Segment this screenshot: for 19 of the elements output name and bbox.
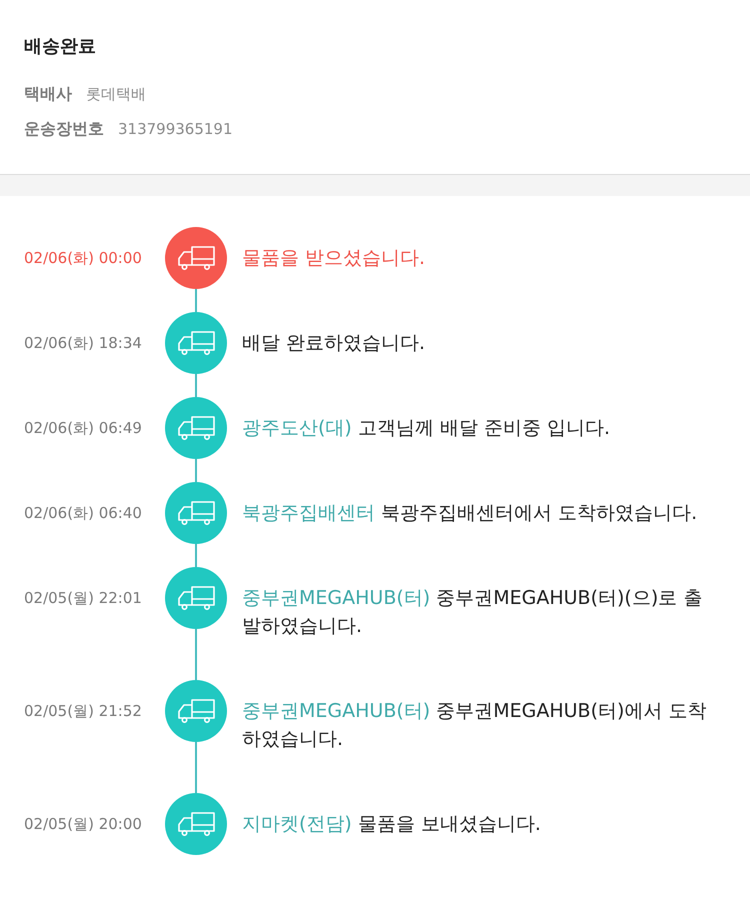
event-time: 02/05(월) 21:52 xyxy=(24,702,142,720)
event-message: 중부권MEGAHUB(터) 중부권MEGAHUB(터)(으)로 출발하였습니다. xyxy=(242,586,704,639)
detail-label: 운송장번호 xyxy=(24,118,104,140)
event-time: 02/05(월) 20:00 xyxy=(24,814,142,834)
detail-value: 313799365191 xyxy=(118,119,233,140)
detail-label: 택배사 xyxy=(24,83,72,105)
event-message: 중부권MEGAHUB(터) 중부권MEGAHUB(터)에서 도착하였습니다. xyxy=(242,699,708,752)
event-message: 지마켓(전담) 물품을 보내셨습니다. xyxy=(242,812,542,837)
event-time: 02/06(화) 06:40 xyxy=(24,504,142,522)
event-message: 배달 완료하였습니다. xyxy=(242,331,426,356)
event-time: 02/06(화) 00:00 xyxy=(24,248,142,268)
delivery-status-title: 배송완료 xyxy=(24,35,97,59)
event-time: 02/05(월) 22:01 xyxy=(24,588,142,608)
event-message: 물품을 받으셨습니다. xyxy=(242,246,426,271)
event-message: 광주도산(대) 고객님께 배달 준비중 입니다. xyxy=(242,416,612,441)
event-time: 02/06(화) 18:34 xyxy=(24,334,142,352)
event-time: 02/06(화) 06:49 xyxy=(24,418,142,438)
detail-value: 롯데택배 xyxy=(86,84,146,105)
event-message: 북광주집배센터 북광주집배센터에서 도착하였습니다. xyxy=(242,501,698,526)
